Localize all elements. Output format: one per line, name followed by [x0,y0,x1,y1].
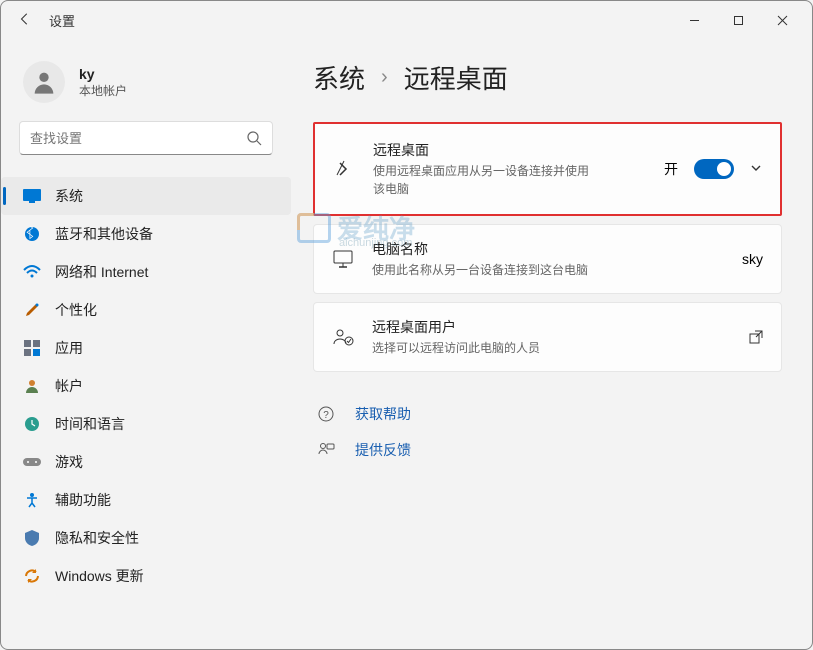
breadcrumb-current: 远程桌面 [404,59,508,96]
nav-accessibility[interactable]: 辅助功能 [1,481,291,519]
minimize-button[interactable] [672,5,716,35]
nav-label: 蓝牙和其他设备 [55,224,153,244]
card-title: 远程桌面 [373,140,646,160]
links-section: ? 获取帮助 提供反馈 [313,396,782,468]
nav-label: 帐户 [55,376,83,396]
avatar [23,61,65,103]
users-icon [332,328,354,346]
profile[interactable]: ky 本地帐户 [1,51,291,121]
nav-label: 个性化 [55,300,97,320]
help-link-row: ? 获取帮助 [313,396,782,432]
nav-label: 应用 [55,338,83,358]
chevron-right-icon: › [381,66,388,89]
profile-name: ky [79,66,127,82]
nav-update[interactable]: Windows 更新 [1,557,291,595]
pc-icon [332,250,354,268]
nav-personalization[interactable]: 个性化 [1,291,291,329]
nav-label: 辅助功能 [55,490,111,510]
nav-label: 网络和 Internet [55,262,148,282]
maximize-button[interactable] [716,5,760,35]
brush-icon [23,301,41,319]
search-box[interactable] [19,121,273,155]
pcname-value: sky [742,251,763,267]
feedback-link[interactable]: 提供反馈 [355,440,411,460]
help-icon: ? [315,405,337,423]
nav-accounts[interactable]: 帐户 [1,367,291,405]
chevron-down-icon[interactable] [750,162,762,177]
svg-text:?: ? [323,410,329,421]
nav-label: Windows 更新 [55,566,144,586]
clock-icon [23,415,41,433]
nav-bluetooth[interactable]: 蓝牙和其他设备 [1,215,291,253]
shield-icon [23,529,41,547]
window-title: 设置 [49,11,75,30]
card-sub: 使用此名称从另一台设备连接到这台电脑 [372,261,724,279]
gamepad-icon [23,453,41,471]
nav-system[interactable]: 系统 [1,177,291,215]
breadcrumb: 系统 › 远程桌面 [313,59,782,96]
back-button[interactable] [9,12,41,29]
card-sub: 使用远程桌面应用从另一设备连接并使用该电脑 [373,162,593,198]
nav-label: 隐私和安全性 [55,528,139,548]
wifi-icon [23,263,41,281]
help-link[interactable]: 获取帮助 [355,404,411,424]
main-content: 系统 › 远程桌面 远程桌面 使用远程桌面应用从另一设备连接并使用该电脑 开 [301,39,812,649]
breadcrumb-root[interactable]: 系统 [313,59,365,96]
nav-list: 系统 蓝牙和其他设备 网络和 Internet 个性化 应用 [1,177,291,595]
nav-label: 游戏 [55,452,83,472]
pcname-card: 电脑名称 使用此名称从另一台设备连接到这台电脑 sky [313,224,782,294]
card-title: 电脑名称 [372,239,724,259]
nav-label: 系统 [55,186,83,206]
card-title: 远程桌面用户 [372,317,731,337]
nav-gaming[interactable]: 游戏 [1,443,291,481]
bluetooth-icon [23,225,41,243]
open-icon [749,330,763,344]
nav-privacy[interactable]: 隐私和安全性 [1,519,291,557]
settings-window: 设置 ky 本地帐户 [0,0,813,650]
remote-toggle[interactable] [694,159,734,179]
close-button[interactable] [760,5,804,35]
nav-label: 时间和语言 [55,414,125,434]
profile-sub: 本地帐户 [79,82,127,99]
feedback-icon [315,441,337,459]
toggle-state: 开 [664,159,678,179]
search-input[interactable] [30,131,246,146]
search-icon [246,130,262,146]
nav-apps[interactable]: 应用 [1,329,291,367]
nav-time[interactable]: 时间和语言 [1,405,291,443]
feedback-link-row: 提供反馈 [313,432,782,468]
person-icon [23,377,41,395]
remote-icon [333,159,355,179]
nav-network[interactable]: 网络和 Internet [1,253,291,291]
sidebar: ky 本地帐户 系统 蓝牙和其他设备 [1,39,301,649]
accessibility-icon [23,491,41,509]
display-icon [23,187,41,205]
card-sub: 选择可以远程访问此电脑的人员 [372,339,731,357]
titlebar: 设置 [1,1,812,39]
update-icon [23,567,41,585]
remote-desktop-card[interactable]: 远程桌面 使用远程桌面应用从另一设备连接并使用该电脑 开 [313,122,782,216]
apps-icon [23,339,41,357]
users-card[interactable]: 远程桌面用户 选择可以远程访问此电脑的人员 [313,302,782,372]
